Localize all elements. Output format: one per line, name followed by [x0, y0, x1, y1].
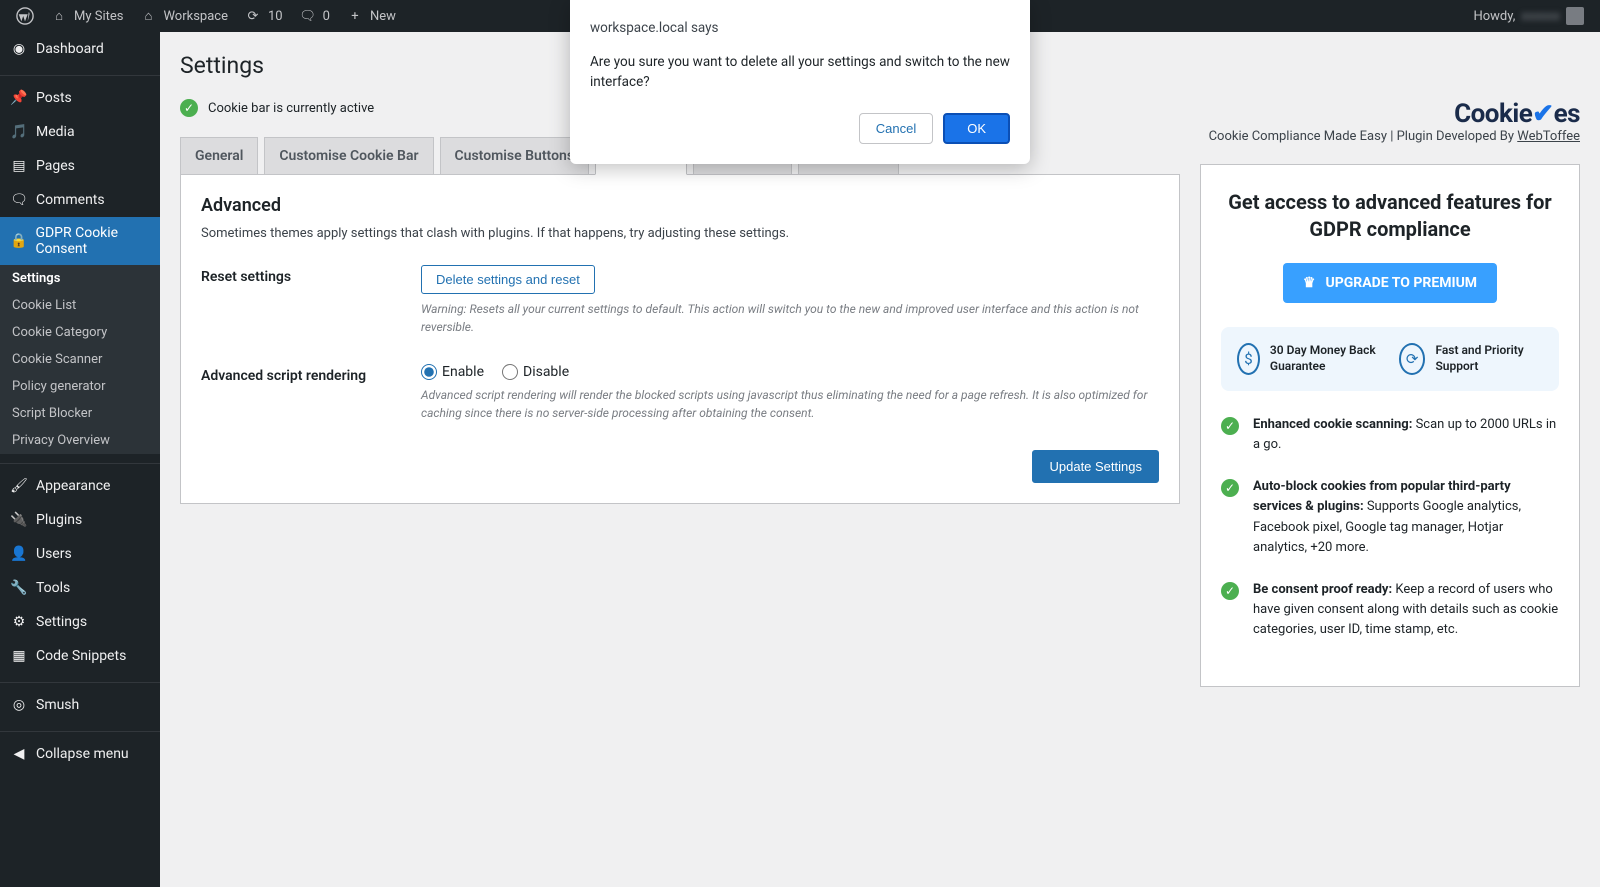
dialog-origin: workspace.local says [590, 20, 1010, 36]
dialog-ok-button[interactable]: OK [943, 113, 1010, 144]
confirm-dialog-overlay: workspace.local says Are you sure you wa… [0, 0, 1600, 887]
dialog-cancel-button[interactable]: Cancel [859, 113, 933, 144]
confirm-dialog: workspace.local says Are you sure you wa… [570, 0, 1030, 164]
dialog-message: Are you sure you want to delete all your… [590, 52, 1010, 93]
